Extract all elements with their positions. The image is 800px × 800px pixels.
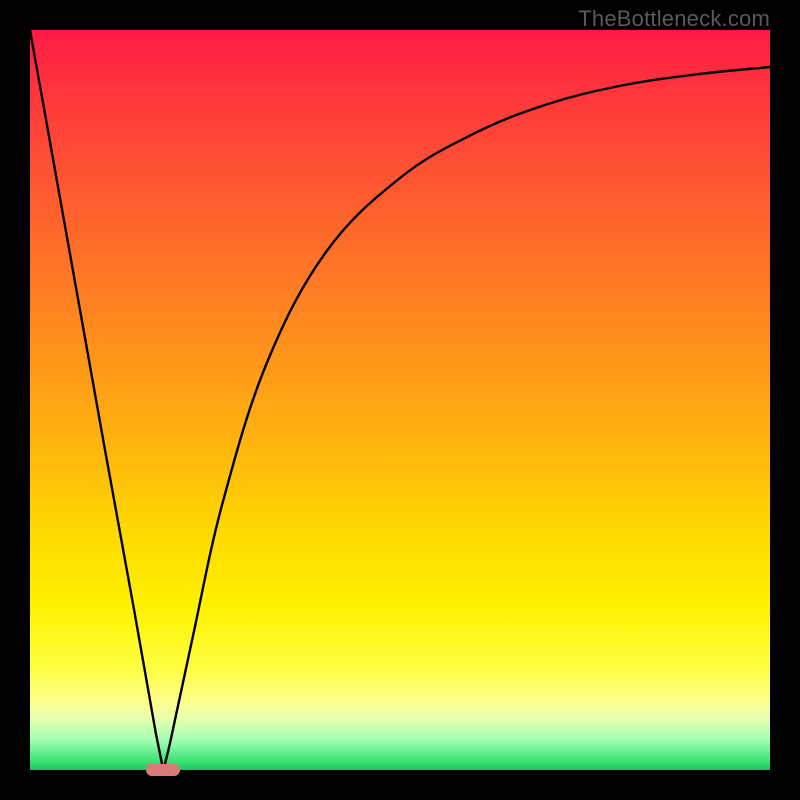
curve-path — [30, 30, 770, 770]
chart-container: TheBottleneck.com — [0, 0, 800, 800]
plot-area — [30, 30, 770, 770]
watermark-text: TheBottleneck.com — [578, 6, 770, 32]
bottleneck-curve — [30, 30, 770, 770]
minimum-marker — [146, 764, 180, 776]
